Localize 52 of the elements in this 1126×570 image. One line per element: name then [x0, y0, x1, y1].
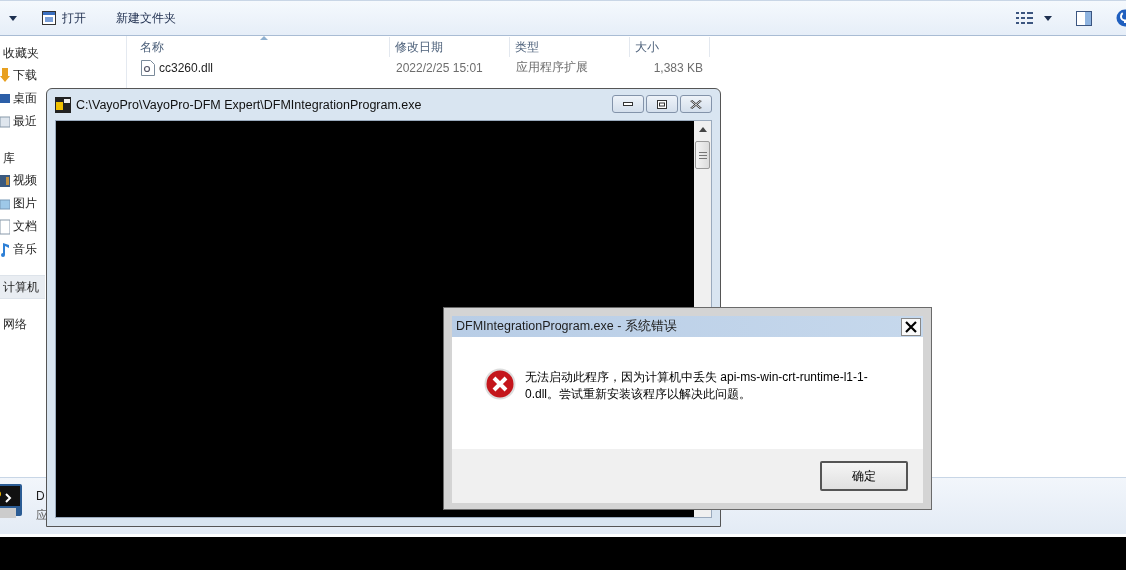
grip-icon [698, 151, 707, 159]
file-name: cc3260.dll [159, 60, 214, 75]
caret-icon[interactable] [1044, 15, 1052, 21]
dialog-title: DFMIntegrationProgram.exe - 系统错误 [456, 318, 677, 335]
file-icon [141, 59, 155, 76]
sidebar-item[interactable]: 图片 [0, 192, 37, 215]
sidebar-item[interactable]: 桌面 [0, 87, 37, 110]
close-icon [690, 99, 702, 109]
file-size: 1,383 KB [653, 60, 703, 75]
ok-button[interactable]: 确定 [820, 461, 908, 491]
caret-icon[interactable] [9, 15, 17, 21]
sidebar-item[interactable]: 下载 [0, 64, 37, 87]
download-icon [0, 67, 10, 84]
close-button[interactable] [901, 317, 921, 336]
window-title: C:\VayoPro\VayoPro-DFM Expert\DFMIntegrationProgram.exe [76, 97, 422, 112]
toolbar-button[interactable]: 新建文件夹 [116, 9, 176, 27]
details-type: 应 [36, 506, 48, 524]
error-message: 无法启动此程序，因为计算机中丢失 api-ms-win-crt-runtime-l1-1-0.dll。尝试重新安装该程序以解决此问题。 [525, 369, 869, 403]
maximize-icon [657, 99, 667, 109]
sidebar-section[interactable]: 计算机 [0, 275, 45, 299]
file-type: 应用程序扩展 [516, 59, 588, 76]
scroll-up-icon[interactable] [698, 127, 707, 132]
close-icon [905, 320, 917, 333]
column-header[interactable]: 修改日期 [390, 37, 510, 57]
view-list-icon[interactable] [1016, 11, 1034, 25]
maximize-button[interactable] [646, 95, 678, 113]
close-button[interactable] [680, 95, 712, 113]
column-header[interactable]: 大小 [630, 37, 710, 57]
error-icon [484, 368, 516, 400]
minimize-icon [623, 102, 633, 106]
music-icon [0, 241, 10, 258]
column-header[interactable]: 类型 [510, 37, 630, 57]
sidebar-section[interactable]: 网络 [0, 313, 27, 335]
window-icon [41, 10, 57, 26]
preview-pane-icon[interactable] [1076, 10, 1092, 26]
sidebar-section[interactable]: 收藏夹 [0, 42, 39, 64]
sidebar-section[interactable]: 库 [0, 147, 15, 169]
details-name: D [36, 488, 46, 503]
sidebar-item[interactable]: 最近 [0, 110, 37, 133]
column-header[interactable]: 名称 [135, 37, 390, 57]
sort-arrow-icon [260, 36, 268, 40]
toolbar-button[interactable]: 打开 [41, 9, 86, 27]
console-app-icon [55, 96, 71, 113]
file-date: 2022/2/25 15:01 [396, 60, 483, 75]
video-icon [0, 172, 10, 189]
minimize-button[interactable] [612, 95, 644, 113]
sidebar-item[interactable]: 音乐 [0, 238, 37, 261]
recent-icon [0, 113, 10, 130]
sidebar-item[interactable]: 视频 [0, 169, 37, 192]
file-row[interactable]: cc3260.dll 2022/2/25 15:01 应用程序扩展 1,383 KB [135, 57, 710, 78]
scroll-thumb[interactable] [695, 141, 710, 169]
sidebar-item[interactable]: 文档 [0, 215, 37, 238]
